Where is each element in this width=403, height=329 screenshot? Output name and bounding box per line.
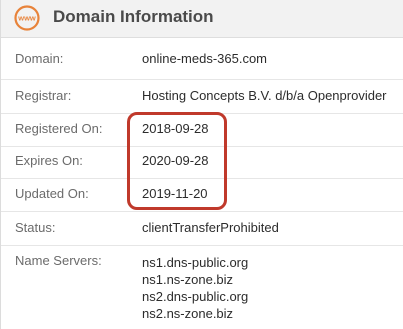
row-value: Hosting Concepts B.V. d/b/a Openprovider xyxy=(142,88,387,103)
row-value: clientTransferProhibited xyxy=(142,220,279,235)
row-label: Expires On: xyxy=(15,153,83,168)
row-label: Domain: xyxy=(15,51,64,66)
name-server: ns2.ns-zone.biz xyxy=(142,306,234,321)
name-server-list: ns1.dns-public.org ns1.ns-zone.biz ns2.d… xyxy=(142,254,248,322)
row-divider xyxy=(1,245,403,246)
row-divider xyxy=(1,79,403,80)
name-server: ns1.dns-public.org xyxy=(142,255,249,270)
domain-information-panel: www Domain Information Domain: online-me… xyxy=(0,0,403,329)
date-highlight-box xyxy=(127,112,227,210)
name-server: ns2.dns-public.org xyxy=(142,289,249,304)
panel-header: www Domain Information xyxy=(1,0,403,38)
row-label: Name Servers: xyxy=(15,253,102,268)
row-divider xyxy=(1,211,403,212)
name-server: ns1.ns-zone.biz xyxy=(142,272,234,287)
row-label: Updated On: xyxy=(15,186,89,201)
panel-title: Domain Information xyxy=(53,7,214,26)
row-label: Status: xyxy=(15,220,56,235)
www-globe-icon: www xyxy=(14,5,40,31)
row-label: Registrar: xyxy=(15,88,72,103)
row-label: Registered On: xyxy=(15,121,103,136)
row-value: online-meds-365.com xyxy=(142,51,268,66)
logo-text: www xyxy=(17,14,36,23)
